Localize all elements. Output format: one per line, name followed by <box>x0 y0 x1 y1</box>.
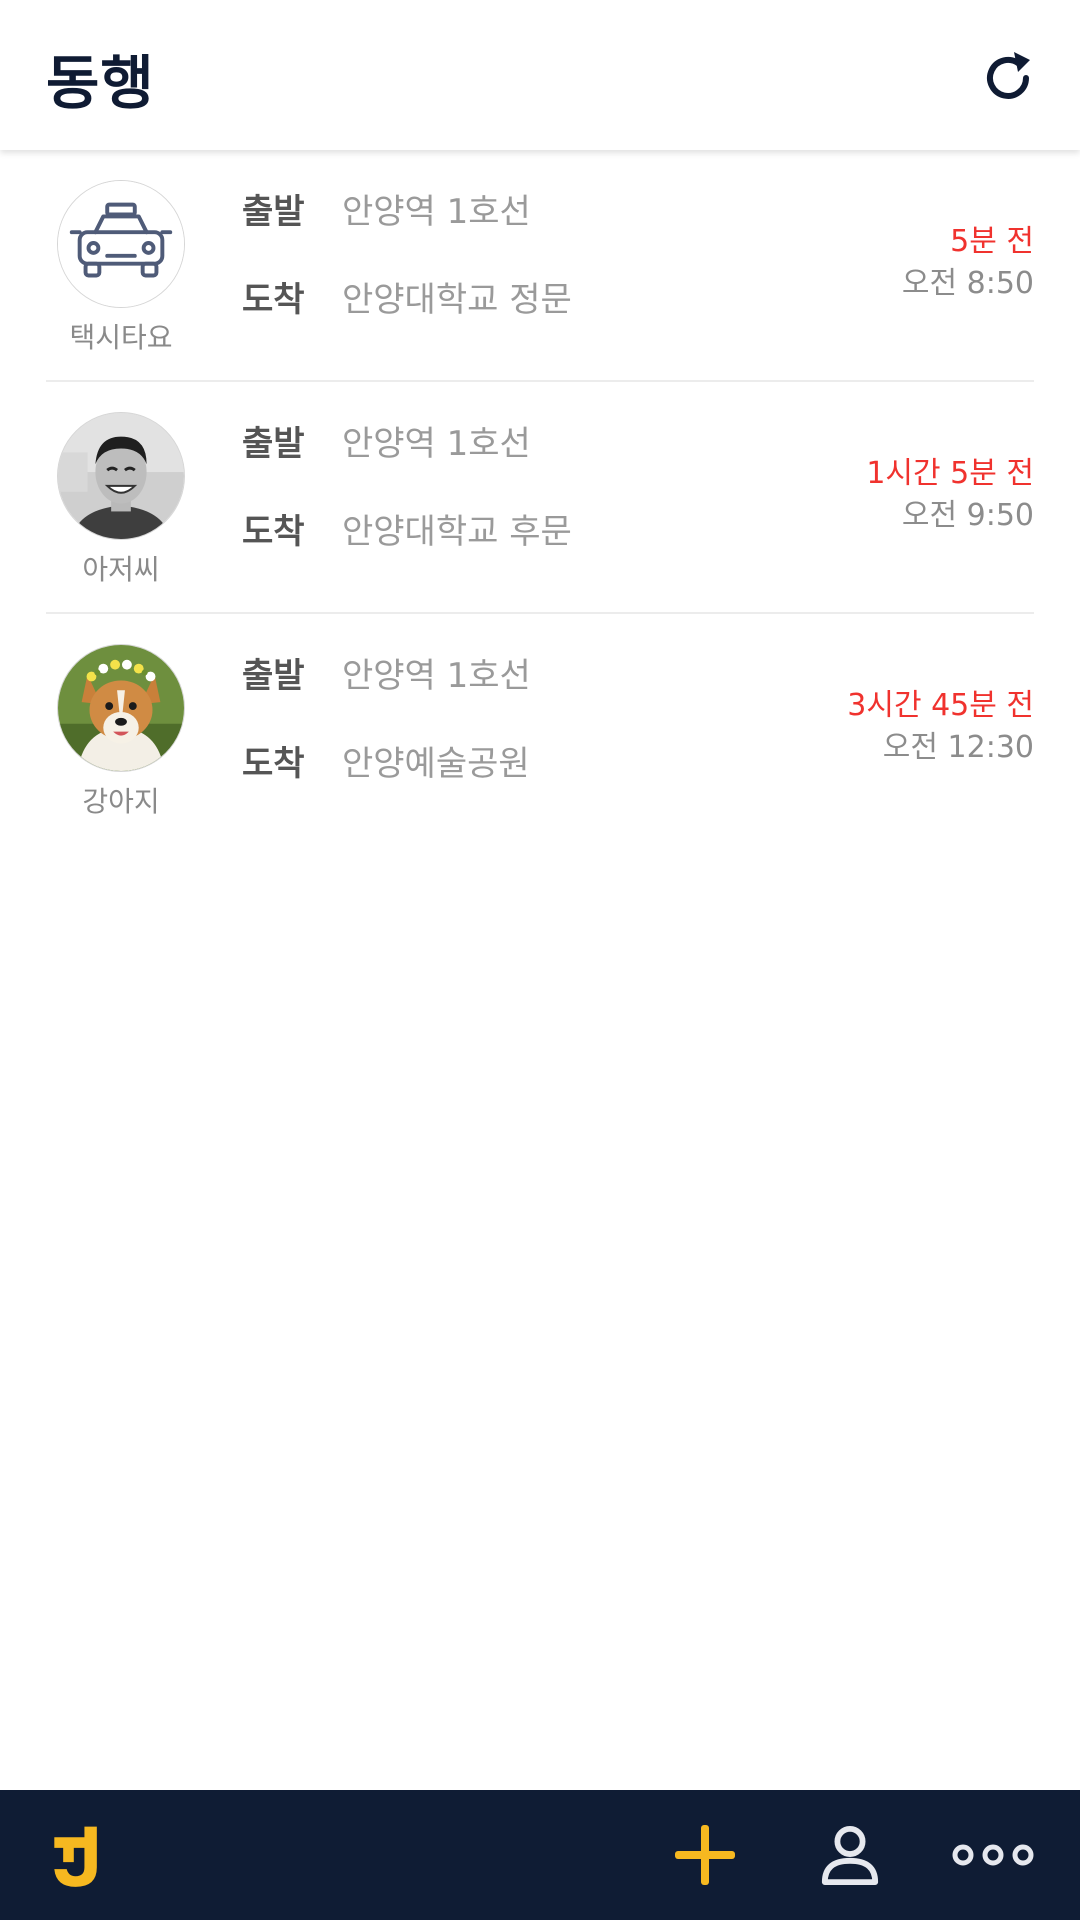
ride-list: 택시타요 출발안양역 1호선 도착안양대학교 정문 5분 전 오전 8:50 <box>0 150 1080 844</box>
route-info: 출발 안양역 1호선 도착 안양대학교 후문 <box>242 424 572 552</box>
avatar <box>57 180 185 308</box>
refresh-icon <box>987 52 1030 99</box>
driver-profile[interactable]: 택시타요 <box>56 180 186 356</box>
man-photo <box>58 413 184 539</box>
dog-photo <box>58 645 184 771</box>
more-icon <box>952 1844 1033 1866</box>
arrival-value: 안양대학교 정문 <box>342 280 572 320</box>
driver-profile[interactable]: 강아지 <box>56 644 186 820</box>
departure-line: 출발 안양역 1호선 <box>242 656 531 696</box>
refresh-button[interactable] <box>978 48 1038 108</box>
departure-time: 오전 8:50 <box>901 266 1034 301</box>
departure-label: 출발 <box>242 656 305 696</box>
departure-label: 출발 <box>242 192 305 232</box>
app: 동행 택시타요 출발 안양역 1호선 도착 안양대학교 정문 5분 전 오전 8… <box>0 0 1080 1920</box>
departure-time: 오전 12:30 <box>882 730 1034 765</box>
route-info: 출발 안양역 1호선 도착 안양대학교 정문 <box>242 192 572 320</box>
driver-profile[interactable]: 아저씨 <box>56 412 186 588</box>
taxi-icon <box>58 181 184 307</box>
home-logo-button[interactable] <box>40 1790 120 1920</box>
departure-line: 출발 안양역 1호선 <box>242 424 572 464</box>
profile-icon <box>821 1825 879 1886</box>
time-info: 5분 전 오전 8:50 <box>902 222 1034 304</box>
departure-line: 출발 안양역 1호선 <box>242 192 572 232</box>
logo-icon <box>54 1826 97 1887</box>
ride-list-item[interactable]: 강아지 출발 안양역 1호선 도착 안양예술공원 3시간 45분 전 오전 12:3… <box>46 614 1034 844</box>
more-button[interactable] <box>945 1790 1040 1920</box>
relative-time: 3시간 45분 전 <box>847 688 1034 723</box>
add-icon <box>675 1825 735 1885</box>
ride-list-item[interactable]: 택시타요 출발 안양역 1호선 도착 안양대학교 정문 5분 전 오전 8:50 <box>46 150 1034 382</box>
driver-name: 택시타요 <box>69 321 173 354</box>
arrival-label: 도착 <box>242 280 305 320</box>
relative-time: 1시간 5분 전 <box>866 456 1034 491</box>
avatar <box>57 644 185 772</box>
arrival-label: 도착 <box>242 512 305 552</box>
departure-value: 안양역 1호선 <box>342 424 531 464</box>
add-ride-button[interactable] <box>665 1790 745 1920</box>
departure-value: 안양역 1호선 <box>342 192 531 232</box>
departure-value: 안양역 1호선 <box>342 656 531 696</box>
arrival-value: 안양대학교 후문 <box>342 512 572 552</box>
departure-time: 오전 9:50 <box>901 498 1034 533</box>
route-info: 출발 안양역 1호선 도착 안양예술공원 <box>242 656 531 784</box>
arrival-value: 안양예술공원 <box>342 744 530 784</box>
arrival-line: 도착 안양예술공원 <box>242 744 531 784</box>
arrival-label: 도착 <box>242 744 305 784</box>
arrival-line: 도착 안양대학교 정문 <box>242 280 572 320</box>
time-info: 3시간 45분 전 오전 12:30 <box>847 686 1034 768</box>
ride-list-item[interactable]: 아저씨 출발 안양역 1호선 도착 안양대학교 후문 1시간 5분 전 오전 9:5… <box>46 382 1034 614</box>
avatar <box>57 412 185 540</box>
top-app-bar: 동행 <box>0 0 1080 150</box>
driver-name: 아저씨 <box>82 553 160 586</box>
time-info: 1시간 5분 전 오전 9:50 <box>866 454 1034 536</box>
arrival-line: 도착 안양대학교 후문 <box>242 512 572 552</box>
bottom-navigation <box>0 1790 1080 1920</box>
profile-button[interactable] <box>810 1790 890 1920</box>
driver-name: 강아지 <box>82 785 160 818</box>
page-title: 동행 <box>46 49 155 117</box>
relative-time: 5분 전 <box>950 224 1034 259</box>
departure-label: 출발 <box>242 424 305 464</box>
